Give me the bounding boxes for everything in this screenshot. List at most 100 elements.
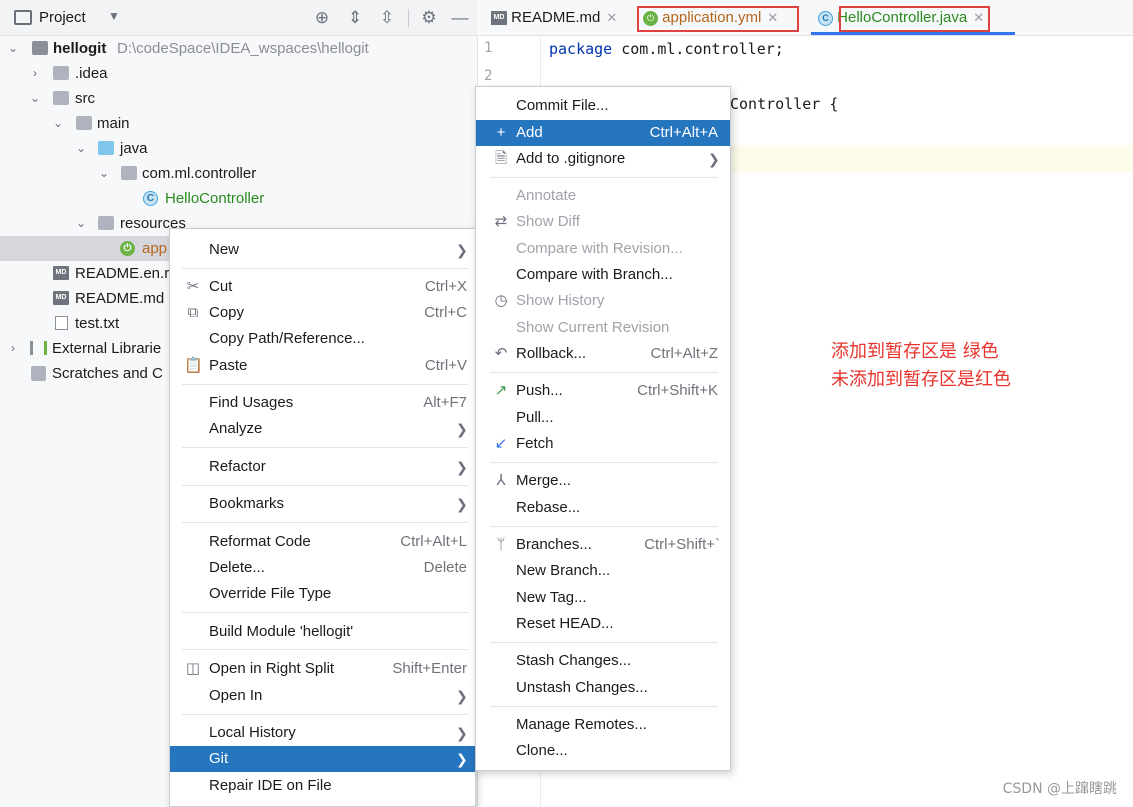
menu-item-copy-path[interactable]: Copy Path/Reference... — [170, 326, 475, 352]
keyword: package — [549, 40, 613, 58]
menu-shortcut: Ctrl+X — [424, 278, 467, 295]
git-item-new-tag[interactable]: New Tag... — [476, 585, 730, 611]
tree-item-label: main — [97, 115, 130, 132]
git-item-stash[interactable]: Stash Changes... — [476, 648, 730, 674]
module-folder-icon — [32, 41, 48, 55]
tree-item-label: External Librarie — [52, 340, 162, 357]
git-item-manage-remotes[interactable]: Manage Remotes... — [476, 712, 730, 738]
tree-item-label: hellogit — [53, 40, 107, 57]
git-item-unstash[interactable]: Unstash Changes... — [476, 675, 730, 701]
diff-icon: ⇄ — [494, 213, 508, 230]
git-item-annotate[interactable]: Annotate — [476, 183, 730, 209]
code-line-3[interactable]: Controller { — [730, 95, 838, 113]
git-item-show-diff[interactable]: ⇄ Show Diff — [476, 209, 730, 235]
menu-label: New Tag... — [516, 589, 587, 606]
menu-item-git[interactable]: Git ❯ — [170, 746, 475, 772]
menu-item-paste[interactable]: 📋 Paste Ctrl+V — [170, 353, 475, 379]
git-item-show-history[interactable]: ◷ Show History — [476, 288, 730, 314]
git-item-push[interactable]: ↗ Push... Ctrl+Shift+K — [476, 378, 730, 404]
gear-icon[interactable]: ⚙ — [419, 8, 439, 28]
collapse-all-icon[interactable]: ⇳ — [377, 8, 397, 28]
project-title[interactable]: Project — [39, 9, 86, 26]
git-item-rollback[interactable]: ↶ Rollback... Ctrl+Alt+Z — [476, 341, 730, 367]
tab-readme[interactable]: MD README.md ✕ — [491, 0, 617, 36]
menu-item-local-history[interactable]: Local History ❯ — [170, 720, 475, 746]
menu-item-bookmarks[interactable]: Bookmarks ❯ — [170, 491, 475, 517]
close-icon[interactable]: ✕ — [606, 10, 617, 25]
git-item-commit-file[interactable]: Commit File... — [476, 93, 730, 119]
clipboard-icon: 📋 — [184, 357, 203, 374]
git-item-new-branch[interactable]: New Branch... — [476, 558, 730, 584]
menu-label: Cut — [209, 278, 233, 295]
menu-label: Commit File... — [516, 97, 609, 114]
chevron-down-icon[interactable]: ⌄ — [97, 161, 111, 186]
folder-icon — [53, 66, 69, 80]
chevron-right-icon[interactable]: › — [6, 336, 20, 361]
merge-icon: ⅄ — [496, 472, 506, 489]
menu-item-cut[interactable]: ✂ Cut Ctrl+X — [170, 274, 475, 300]
menu-item-build-module[interactable]: Build Module 'hellogit' — [170, 619, 475, 645]
git-item-merge[interactable]: ⅄ Merge... — [476, 468, 730, 494]
menu-label: Bookmarks — [209, 495, 285, 512]
locate-icon[interactable]: ⊕ — [312, 8, 332, 28]
highlight-box-hellocontroller — [839, 6, 990, 32]
git-item-compare-revision[interactable]: Compare with Revision... — [476, 236, 730, 262]
project-view-icon[interactable] — [14, 10, 32, 25]
minimize-icon[interactable]: — — [450, 8, 470, 28]
chevron-down-icon[interactable]: ⌄ — [74, 136, 88, 161]
menu-item-find-usages[interactable]: Find Usages Alt+F7 — [170, 390, 475, 416]
expand-all-icon[interactable]: ⇕ — [345, 8, 365, 28]
code-text: Controller { — [730, 95, 839, 113]
menu-item-delete[interactable]: Delete... Delete — [170, 555, 475, 581]
git-item-rebase[interactable]: Rebase... — [476, 495, 730, 521]
git-item-show-current-revision[interactable]: Show Current Revision — [476, 315, 730, 341]
menu-label: Annotate — [516, 187, 577, 204]
code-line-1[interactable]: package com.ml.controller; — [549, 40, 784, 58]
menu-item-repair-ide[interactable]: Repair IDE on File — [170, 773, 475, 799]
git-item-fetch[interactable]: ↙ Fetch — [476, 431, 730, 457]
menu-label: Add to .gitignore — [516, 150, 626, 167]
menu-item-new[interactable]: New ❯ — [170, 237, 475, 263]
chevron-down-icon[interactable]: ⌄ — [6, 36, 20, 61]
menu-item-open-in[interactable]: Open In ❯ — [170, 683, 475, 709]
git-item-clone[interactable]: Clone... — [476, 738, 730, 764]
highlight-box-application-yml — [637, 6, 799, 32]
chevron-down-icon[interactable]: ⌄ — [74, 211, 88, 236]
chevron-down-icon[interactable]: ⌄ — [28, 86, 42, 111]
git-item-compare-branch[interactable]: Compare with Branch... — [476, 262, 730, 288]
separator — [182, 522, 468, 523]
separator — [182, 649, 468, 650]
scratches-icon — [31, 366, 46, 381]
chevron-right-icon: ❯ — [456, 751, 468, 767]
git-item-reset-head[interactable]: Reset HEAD... — [476, 611, 730, 637]
markdown-icon: MD — [491, 11, 507, 26]
split-icon: ◫ — [185, 660, 201, 677]
markdown-icon: MD — [53, 266, 69, 280]
watermark: CSDN @上蹿瞎跳 — [1002, 781, 1117, 797]
project-header: Project ▼ ⊕ ⇕ ⇳ ⚙ — — [0, 0, 478, 36]
menu-item-open-right-split[interactable]: ◫ Open in Right Split Shift+Enter — [170, 656, 475, 682]
menu-item-reformat-code[interactable]: Reformat Code Ctrl+Alt+L — [170, 529, 475, 555]
menu-item-analyze[interactable]: Analyze ❯ — [170, 416, 475, 442]
menu-shortcut: Ctrl+Alt+L — [400, 533, 467, 550]
menu-item-refactor[interactable]: Refactor ❯ — [170, 454, 475, 480]
git-item-branches[interactable]: ᛘ Branches... Ctrl+Shift+` — [476, 532, 730, 558]
menu-item-copy[interactable]: ⧉ Copy Ctrl+C — [170, 300, 475, 326]
menu-label: Rollback... — [516, 345, 587, 362]
chevron-right-icon[interactable]: › — [28, 61, 42, 86]
git-item-add[interactable]: + Add Ctrl+Alt+A — [476, 120, 730, 146]
git-item-pull[interactable]: Pull... — [476, 405, 730, 431]
class-icon: C — [143, 191, 158, 206]
menu-item-override-file-type[interactable]: Override File Type — [170, 581, 475, 607]
menu-label: Manage Remotes... — [516, 716, 647, 733]
line-number: 1 — [484, 40, 493, 56]
menu-label: Compare with Revision... — [516, 240, 683, 257]
menu-label: Pull... — [516, 409, 554, 426]
library-icon — [30, 341, 47, 355]
git-submenu: Commit File... + Add Ctrl+Alt+A 🗎 Add to .g… — [475, 86, 731, 771]
annotation-green: 添加到暂存区是 绿色 — [831, 341, 999, 362]
tree-item-label: .idea — [75, 65, 108, 82]
git-item-add-gitignore[interactable]: 🗎 Add to .gitignore ❯ — [476, 146, 730, 172]
chevron-down-icon[interactable]: ▼ — [108, 9, 120, 23]
chevron-down-icon[interactable]: ⌄ — [51, 111, 65, 136]
